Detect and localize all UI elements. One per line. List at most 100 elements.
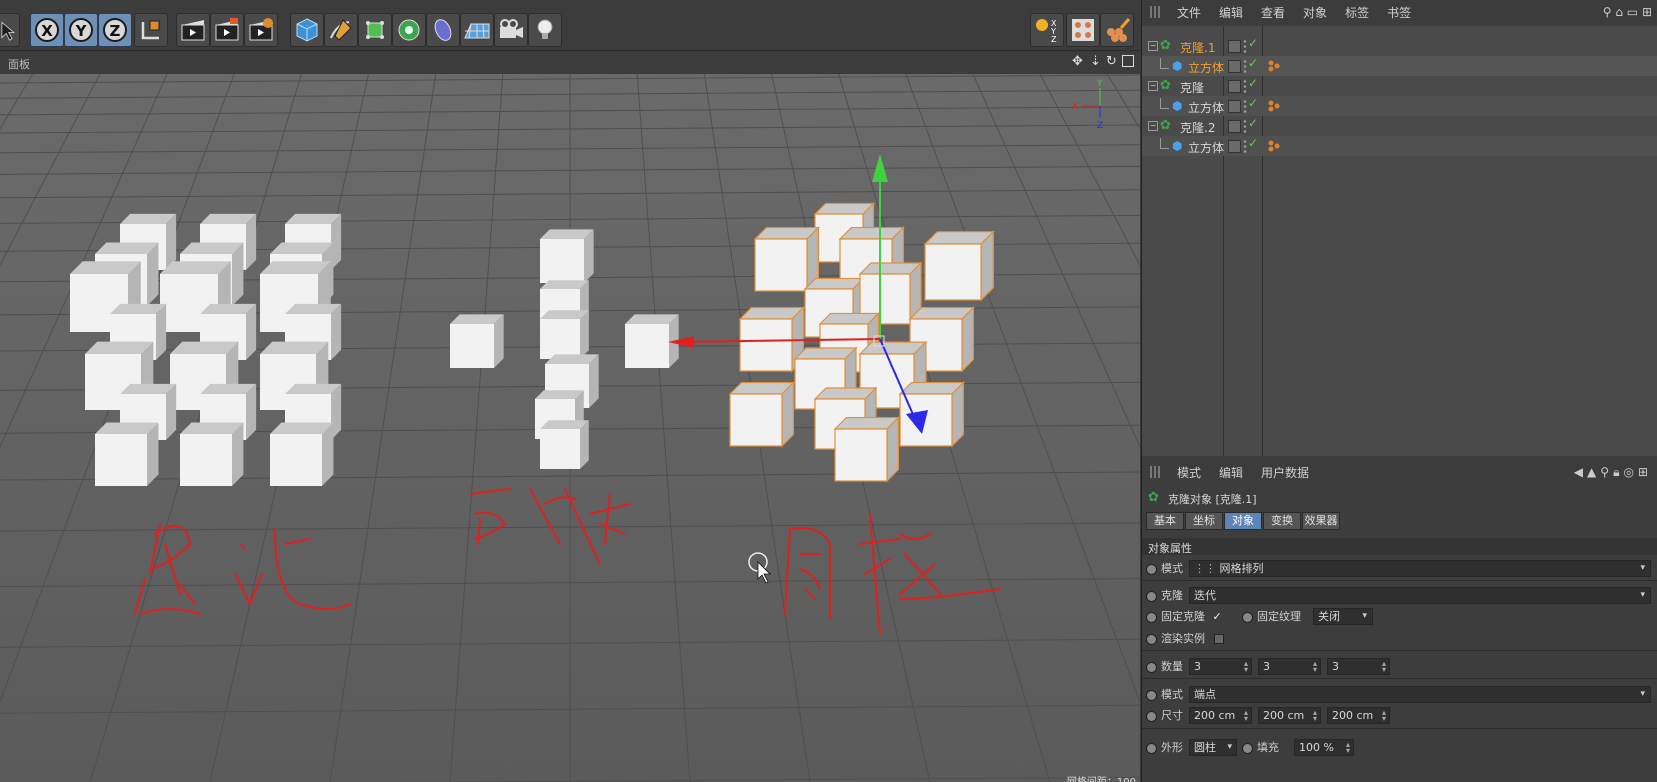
pen-spline-icon[interactable] — [324, 13, 358, 47]
animate-radio[interactable] — [1242, 742, 1253, 754]
count-z-field[interactable]: 3 ▴ ▾ — [1327, 658, 1390, 675]
object-row-cloner[interactable]: − ✿ 克隆 ✓ — [1142, 76, 1657, 96]
animate-radio[interactable] — [1146, 563, 1157, 575]
panel-grip-icon[interactable] — [1150, 6, 1162, 18]
menu-object[interactable]: 对象 — [1294, 4, 1336, 21]
object-row-cloner-1[interactable]: − ✿ 克隆.1 ✓ — [1142, 36, 1657, 56]
phong-tag-icon[interactable] — [1268, 140, 1280, 152]
new-panel-icon[interactable]: ⊞ — [1642, 5, 1652, 19]
layer-icon[interactable] — [1228, 140, 1241, 153]
z-axis-lock-button[interactable]: Z — [98, 13, 132, 47]
enabled-check-icon[interactable]: ✓ — [1248, 56, 1258, 70]
visibility-dots-icon[interactable] — [1243, 99, 1247, 113]
panel-grip-icon[interactable] — [1150, 466, 1162, 478]
up-arrow-icon[interactable]: ▲ — [1587, 465, 1600, 479]
animate-radio[interactable] — [1146, 710, 1157, 722]
animate-radio[interactable] — [1146, 742, 1157, 754]
render-instances-checkbox[interactable] — [1213, 634, 1224, 644]
light-bulb-icon[interactable] — [528, 13, 562, 47]
menu-attr-edit[interactable]: 编辑 — [1210, 464, 1252, 481]
collapse-icon[interactable]: − — [1148, 41, 1158, 51]
maximize-view-icon[interactable] — [1122, 55, 1134, 67]
xyz-snapping-icon[interactable]: XYZ — [1030, 13, 1064, 47]
menu-mode[interactable]: 模式 — [1168, 464, 1210, 481]
enabled-check-icon[interactable]: ✓ — [1248, 96, 1258, 110]
coordinate-system-icon[interactable] — [134, 13, 168, 47]
rotate-view-icon[interactable]: ↻ — [1106, 54, 1117, 69]
menu-tags[interactable]: 标签 — [1336, 4, 1378, 21]
enabled-check-icon[interactable]: ✓ — [1248, 136, 1258, 150]
x-axis-lock-button[interactable]: X — [30, 13, 64, 47]
object-row-cube-1[interactable]: ⬢ 立方体 ✓ — [1142, 56, 1657, 76]
animate-radio[interactable] — [1146, 611, 1157, 623]
floor-grid-icon[interactable] — [460, 13, 494, 47]
layer-icon[interactable] — [1228, 60, 1241, 73]
visibility-dots-icon[interactable] — [1243, 59, 1247, 73]
zoom-view-icon[interactable]: ⇣ — [1090, 54, 1101, 69]
target-icon[interactable]: ◎ — [1623, 465, 1637, 479]
count-y-field[interactable]: 3 ▴ ▾ — [1258, 658, 1321, 675]
phong-tag-icon[interactable] — [1268, 60, 1280, 72]
render-settings-icon[interactable] — [244, 13, 278, 47]
animate-radio[interactable] — [1242, 611, 1253, 623]
size-y-field[interactable]: 200 cm ▴ ▾ — [1258, 707, 1321, 724]
tab-transform[interactable]: 变换 — [1263, 512, 1301, 530]
menu-view[interactable]: 查看 — [1252, 4, 1294, 21]
back-arrow-icon[interactable]: ◀ — [1574, 465, 1587, 479]
tab-basic[interactable]: 基本 — [1146, 512, 1184, 530]
enabled-check-icon[interactable]: ✓ — [1248, 36, 1258, 50]
render-region-icon[interactable] — [210, 13, 244, 47]
select-arrow-icon[interactable] — [0, 13, 20, 47]
fix-clone-checkbox[interactable]: ✓ — [1213, 610, 1222, 623]
3d-viewport[interactable]: Y X Z 网格间距：100 — [0, 74, 1140, 782]
visibility-dots-icon[interactable] — [1243, 139, 1247, 153]
collapse-icon[interactable]: − — [1148, 81, 1158, 91]
sculpt-brush-icon[interactable] — [1100, 13, 1134, 47]
animate-radio[interactable] — [1146, 633, 1157, 645]
enabled-check-icon[interactable]: ✓ — [1248, 116, 1258, 130]
fix-texture-dropdown[interactable]: 关闭 ▾ — [1313, 608, 1373, 625]
animate-radio[interactable] — [1146, 661, 1157, 673]
visibility-dots-icon[interactable] — [1243, 119, 1247, 133]
material-texture-icon[interactable] — [1066, 13, 1100, 47]
mograph-cloner-icon[interactable] — [392, 13, 426, 47]
viewport-panel-menu[interactable]: 面板 — [8, 56, 30, 72]
layer-icon[interactable] — [1228, 120, 1241, 133]
y-axis-lock-button[interactable]: Y — [64, 13, 98, 47]
tab-object[interactable]: 对象 — [1224, 512, 1262, 530]
animate-radio[interactable] — [1146, 689, 1157, 701]
camera-icon[interactable] — [494, 13, 528, 47]
fill-field[interactable]: 100 % ▴ ▾ — [1294, 739, 1354, 756]
clones-dropdown[interactable]: 迭代 ▾ — [1189, 587, 1651, 604]
mode2-dropdown[interactable]: 端点 ▾ — [1189, 686, 1651, 703]
home-icon[interactable]: ⌂ — [1615, 5, 1623, 19]
move-view-icon[interactable]: ✥ — [1072, 54, 1083, 69]
enabled-check-icon[interactable]: ✓ — [1248, 76, 1258, 90]
collapse-icon[interactable]: − — [1148, 121, 1158, 131]
phong-tag-icon[interactable] — [1268, 100, 1280, 112]
size-x-field[interactable]: 200 cm ▴ ▾ — [1189, 707, 1252, 724]
tab-coord[interactable]: 坐标 — [1185, 512, 1223, 530]
deformer-icon[interactable] — [426, 13, 460, 47]
render-view-icon[interactable] — [176, 13, 210, 47]
size-z-field[interactable]: 200 cm ▴ ▾ — [1327, 707, 1390, 724]
cube-object-icon[interactable] — [290, 13, 324, 47]
menu-user-data[interactable]: 用户数据 — [1252, 464, 1318, 481]
animate-radio[interactable] — [1146, 590, 1157, 602]
layer-icon[interactable] — [1228, 40, 1241, 53]
menu-edit[interactable]: 编辑 — [1210, 4, 1252, 21]
layer-icon[interactable] — [1228, 80, 1241, 93]
object-row-cloner-2[interactable]: − ✿ 克隆.2 ✓ — [1142, 116, 1657, 136]
tab-effectors[interactable]: 效果器 — [1302, 512, 1340, 530]
minimize-icon[interactable]: ▭ — [1627, 5, 1638, 19]
object-row-cube-2[interactable]: ⬢ 立方体 ✓ — [1142, 96, 1657, 116]
visibility-dots-icon[interactable] — [1243, 39, 1247, 53]
menu-bookmarks[interactable]: 书签 — [1378, 4, 1420, 21]
lock-icon[interactable]: 🔒︎ — [1613, 465, 1623, 479]
subdivision-icon[interactable] — [358, 13, 392, 47]
visibility-dots-icon[interactable] — [1243, 79, 1247, 93]
menu-file[interactable]: 文件 — [1168, 4, 1210, 21]
count-x-field[interactable]: 3 ▴ ▾ — [1189, 658, 1252, 675]
search-icon[interactable]: ⚲ — [1600, 465, 1613, 479]
mode-dropdown[interactable]: ⋮⋮ 网格排列 ▾ — [1189, 560, 1651, 577]
